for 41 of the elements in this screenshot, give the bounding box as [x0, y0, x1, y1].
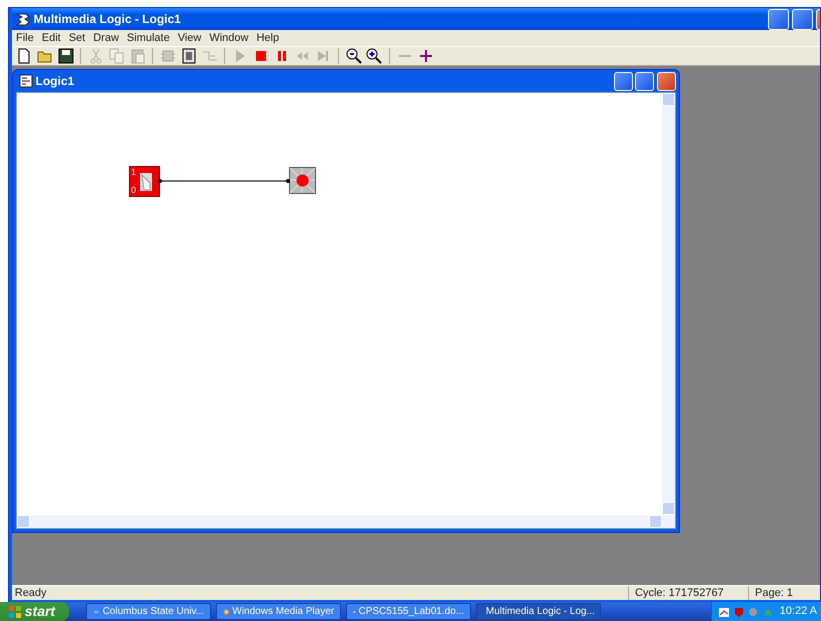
app-logo-icon	[14, 11, 31, 27]
window-title: Multimedia Logic - Logic1	[34, 11, 182, 28]
zoom-in-icon[interactable]	[365, 47, 384, 65]
menu-item[interactable]: Window	[205, 30, 252, 46]
document-title: Logic1	[36, 73, 76, 90]
maximize-button[interactable]	[792, 8, 813, 30]
taskbar-button[interactable]: CPSC5155_Lab01.do...	[346, 603, 472, 620]
close-button[interactable]	[657, 72, 676, 90]
disc-icon[interactable]	[747, 606, 760, 618]
minimize-button[interactable]	[768, 8, 789, 30]
menu-item[interactable]: Set	[64, 30, 90, 46]
menu-item[interactable]: Simulate	[122, 30, 174, 46]
start-button[interactable]: start	[0, 602, 70, 621]
device-icon[interactable]	[180, 47, 198, 65]
horizontal-scrollbar[interactable]	[17, 515, 675, 528]
menu-item[interactable]: File	[12, 30, 38, 46]
zoom-out-icon[interactable]	[344, 47, 362, 65]
maximize-button[interactable]	[635, 72, 654, 90]
switch-label: 1	[131, 168, 136, 177]
clock: 10:22 A	[780, 604, 817, 620]
status-page: Page: 1	[748, 586, 820, 600]
status-message: Ready	[14, 586, 48, 600]
taskbar-button[interactable]: Windows Media Player	[216, 603, 342, 620]
status-cycle: Cycle: 171752767	[628, 586, 748, 600]
arrow-icon[interactable]	[762, 606, 774, 618]
taskbar-button[interactable]: Multimedia Logic - Log...	[476, 603, 602, 620]
windows-logo-icon	[8, 604, 22, 618]
menu-item[interactable]: Draw	[89, 30, 123, 46]
menu-item[interactable]: Edit	[38, 30, 65, 46]
scroll-up-button[interactable]	[662, 93, 675, 106]
taskbar-button[interactable]: Columbus State Univ...	[86, 603, 212, 620]
menu-item[interactable]: Help	[252, 30, 284, 46]
switch-label: 0	[131, 186, 136, 195]
toggle-switch[interactable]: 1 0	[129, 166, 160, 197]
menu-item[interactable]: View	[174, 30, 206, 46]
minimize-button[interactable]	[614, 72, 632, 90]
scroll-left-button[interactable]	[17, 515, 30, 528]
scroll-right-button[interactable]	[649, 515, 662, 528]
vertical-scrollbar[interactable]	[662, 93, 675, 515]
network-icon[interactable]	[718, 606, 730, 618]
scroll-down-button[interactable]	[662, 502, 675, 515]
